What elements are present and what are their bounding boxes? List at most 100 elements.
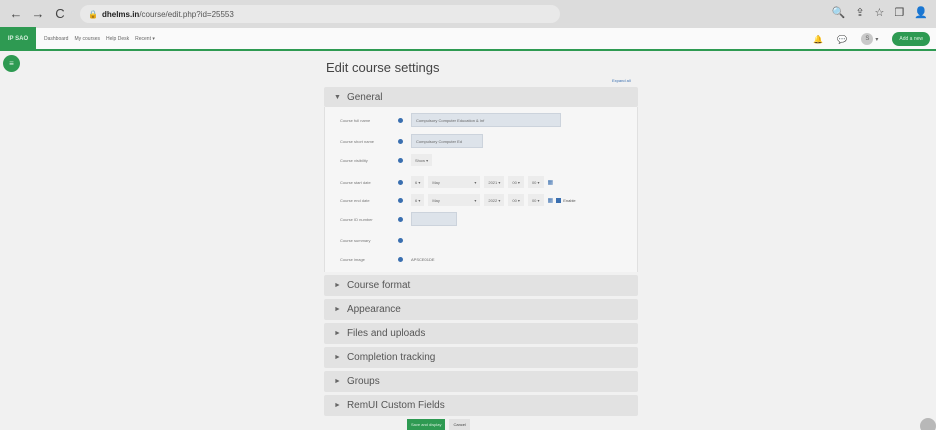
add-new-button[interactable]: Add a new <box>892 32 930 46</box>
forward-icon[interactable]: → <box>30 6 46 22</box>
chevron-down-icon: ▼ <box>334 93 341 101</box>
field-label: Course short name <box>340 138 375 144</box>
end-minute-select[interactable]: 00 ▾ <box>527 194 544 206</box>
field-label: Course ID number <box>340 216 373 222</box>
menu-dashboard[interactable]: Dashboard <box>44 36 68 42</box>
image-filename: APSCE01DE <box>411 256 435 262</box>
section-title: Course format <box>346 280 411 291</box>
share-icon[interactable]: ⇪ <box>855 6 864 19</box>
section-title: Files and uploads <box>346 328 426 339</box>
end-day-select[interactable]: 6 ▾ <box>411 194 425 206</box>
menu-recent[interactable]: Recent ▾ <box>135 36 155 42</box>
field-label: Course summary <box>340 237 371 243</box>
section-groups[interactable]: ► Groups <box>324 371 638 392</box>
field-label: Course image <box>340 256 365 262</box>
browser-actions: 🔍 ⇪ ☆ ❐ 👤 <box>832 6 928 19</box>
menu-help-desk[interactable]: Help Desk <box>106 36 129 42</box>
visibility-select[interactable]: Show ▾ <box>411 154 433 166</box>
help-icon[interactable] <box>398 216 403 222</box>
tab-layout-icon[interactable]: ❐ <box>894 6 904 19</box>
start-day-select[interactable]: 6 ▾ <box>411 176 425 188</box>
user-menu[interactable]: S ▾ <box>861 33 878 45</box>
site-navbar: IP SAO Dashboard My courses Help Desk Re… <box>0 27 936 51</box>
general-section-body <box>324 107 638 272</box>
field-label: Course full name <box>340 117 371 123</box>
help-icon[interactable] <box>398 138 403 144</box>
enable-checkbox[interactable] <box>556 197 562 203</box>
start-year-select[interactable]: 2021 ▾ <box>484 176 505 188</box>
section-title: Completion tracking <box>346 352 436 363</box>
end-month-select[interactable]: May ▾ <box>428 194 481 206</box>
start-month-select[interactable]: May ▾ <box>428 176 481 188</box>
row-image: Course image APSCE01DE <box>340 252 435 266</box>
drawer-toggle-icon[interactable]: ≡ <box>3 55 20 72</box>
url-path: /course/edit.php?id=25553 <box>139 9 234 19</box>
profile-icon[interactable]: 👤 <box>914 6 928 19</box>
row-visibility: Course visibility Show ▾ <box>340 153 436 167</box>
section-completion-tracking[interactable]: ► Completion tracking <box>324 347 638 368</box>
floating-action-button[interactable] <box>920 418 936 430</box>
row-short-name: Course short name Compulsory Computer Ed <box>340 134 487 148</box>
row-summary: Course summary <box>340 233 411 247</box>
cancel-button[interactable]: Cancel <box>449 419 470 430</box>
lock-icon: 🔒 <box>88 9 98 19</box>
chevron-right-icon: ► <box>334 378 341 385</box>
section-general-header[interactable]: ▼ General <box>324 87 638 107</box>
section-appearance[interactable]: ► Appearance <box>324 299 638 320</box>
section-remui-custom-fields[interactable]: ► RemUI Custom Fields <box>324 395 638 416</box>
calendar-icon[interactable]: ▦ <box>548 179 554 186</box>
select-value: May <box>432 197 440 203</box>
back-icon[interactable]: ← <box>8 6 24 22</box>
select-value: May <box>432 179 440 185</box>
chevron-right-icon: ► <box>334 282 341 289</box>
chat-icon[interactable]: 💬 <box>837 35 847 44</box>
row-id-number: Course ID number <box>340 212 461 226</box>
start-minute-select[interactable]: 00 ▾ <box>527 176 544 188</box>
primary-menu: Dashboard My courses Help Desk Recent ▾ <box>44 36 155 42</box>
section-title: RemUI Custom Fields <box>346 400 445 411</box>
short-name-input[interactable]: Compulsory Computer Ed <box>411 134 483 148</box>
avatar: S <box>861 33 874 45</box>
help-icon[interactable] <box>398 179 403 185</box>
help-icon[interactable] <box>398 256 403 262</box>
expand-all-link[interactable]: Expand all <box>612 78 631 83</box>
reload-icon[interactable]: C <box>52 6 68 22</box>
chevron-right-icon: ► <box>334 402 341 409</box>
chevron-right-icon: ► <box>334 306 341 313</box>
field-label: Course end date <box>340 197 370 203</box>
bell-icon[interactable]: 🔔 <box>813 35 823 44</box>
browser-toolbar: ← → C 🔒 dhelms.in /course/edit.php?id=25… <box>0 0 936 28</box>
help-icon[interactable] <box>398 157 403 163</box>
start-hour-select[interactable]: 00 ▾ <box>508 176 524 188</box>
chevron-down-icon: ▾ <box>474 197 477 203</box>
section-title: Groups <box>346 376 380 387</box>
id-number-input[interactable] <box>411 212 457 226</box>
row-start-date: Course start date 6 ▾ May ▾ 2021 ▾ 00 ▾ … <box>340 175 556 189</box>
chevron-down-icon: ▾ <box>474 179 477 185</box>
help-icon[interactable] <box>398 117 403 123</box>
address-bar[interactable]: 🔒 dhelms.in /course/edit.php?id=25553 <box>80 5 560 23</box>
chevron-right-icon: ► <box>334 330 341 337</box>
help-icon[interactable] <box>398 197 403 203</box>
field-label: Course visibility <box>340 157 368 163</box>
site-logo[interactable]: IP SAO <box>0 27 36 50</box>
chevron-right-icon: ► <box>334 354 341 361</box>
calendar-icon[interactable]: ▦ <box>548 197 554 204</box>
menu-my-courses[interactable]: My courses <box>74 36 100 42</box>
section-course-format[interactable]: ► Course format <box>324 275 638 296</box>
save-and-display-button[interactable]: Save and display <box>407 419 446 430</box>
full-name-input[interactable]: Compulsory Computer Education & Inf <box>411 113 561 127</box>
section-title: Appearance <box>346 304 401 315</box>
url-host: dhelms.in <box>101 9 140 19</box>
navbar-right: 🔔 💬 S ▾ Add a new <box>813 32 930 46</box>
help-icon[interactable] <box>398 237 403 243</box>
page-title: Edit course settings <box>326 60 440 75</box>
row-full-name: Course full name Compulsory Computer Edu… <box>340 113 565 127</box>
bookmark-star-icon[interactable]: ☆ <box>875 6 885 19</box>
end-hour-select[interactable]: 00 ▾ <box>508 194 524 206</box>
zoom-icon[interactable]: 🔍 <box>832 6 846 19</box>
field-label: Course start date <box>340 179 371 185</box>
section-files-uploads[interactable]: ► Files and uploads <box>324 323 638 344</box>
end-year-select[interactable]: 2022 ▾ <box>484 194 505 206</box>
row-end-date: Course end date 6 ▾ May ▾ 2022 ▾ 00 ▾ 00… <box>340 193 576 207</box>
